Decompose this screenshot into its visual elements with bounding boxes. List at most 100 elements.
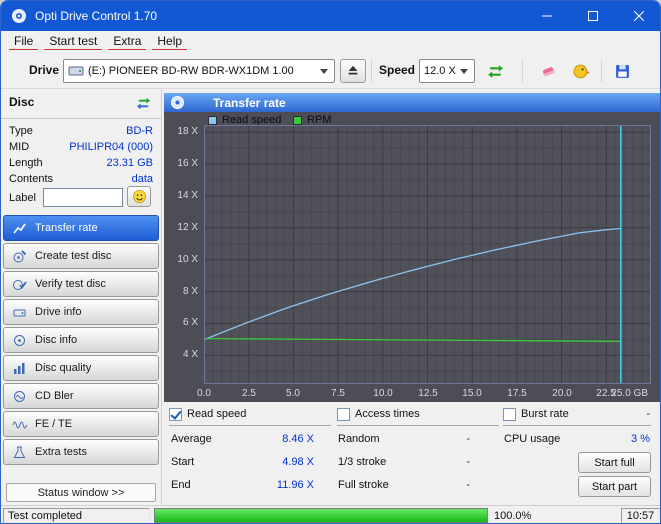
divider xyxy=(503,425,651,426)
sidebar-item-label: FE / TE xyxy=(35,418,72,430)
erase-disc-button[interactable] xyxy=(535,58,561,84)
sidebar-item-disc-quality[interactable]: Disc quality xyxy=(3,355,159,381)
access-times-checkbox[interactable] xyxy=(337,408,350,421)
menu-item-file[interactable]: File xyxy=(9,34,38,50)
chart-panel-header: Transfer rate xyxy=(164,93,660,112)
divider xyxy=(337,425,499,426)
x-tick-label: 5.0 xyxy=(286,388,300,399)
save-button[interactable] xyxy=(609,58,635,84)
close-icon xyxy=(634,11,644,21)
minimize-button[interactable] xyxy=(524,1,570,31)
legend-swatch-rpm xyxy=(293,116,302,125)
drive-info-icon xyxy=(12,305,27,320)
bird-icon xyxy=(573,63,590,80)
progress-bar xyxy=(154,508,488,523)
drive-select-value: (E:) PIONEER BD-RW BDR-WX1DM 1.00 xyxy=(88,65,294,77)
burst-rate-checkbox-label: Burst rate xyxy=(521,408,569,420)
smiley-icon xyxy=(132,189,147,204)
x-tick-label: 0.0 xyxy=(197,388,211,399)
status-text: Test completed xyxy=(3,508,150,523)
read-speed-checkbox[interactable] xyxy=(169,408,182,421)
disc-refresh-button[interactable] xyxy=(131,92,155,114)
speed-label: Speed xyxy=(379,63,415,77)
maximize-icon xyxy=(588,11,598,21)
start-full-button[interactable]: Start full xyxy=(578,452,651,473)
cpu-usage-value: 3 % xyxy=(582,433,650,445)
toolbar-separator xyxy=(371,60,372,82)
clock: 10:57 xyxy=(621,508,660,523)
divider xyxy=(169,425,331,426)
sidebar-item-label: Extra tests xyxy=(35,446,87,458)
speed-select[interactable]: 12.0 X xyxy=(419,59,475,83)
menu-item-start-test[interactable]: Start test xyxy=(44,34,102,50)
disc-length-value: 23.31 GB xyxy=(107,157,153,169)
verify-test-disc-icon xyxy=(12,277,27,292)
one-third-stroke-value: - xyxy=(422,456,470,468)
start-label: Start xyxy=(171,456,194,468)
divider xyxy=(1,118,161,119)
drive-select[interactable]: (E:) PIONEER BD-RW BDR-WX1DM 1.00 xyxy=(63,59,335,83)
sidebar-item-label: Create test disc xyxy=(35,250,111,262)
titlebar: Opti Drive Control 1.70 xyxy=(1,1,661,31)
disc-type-label: Type xyxy=(9,125,33,137)
y-tick-label: 8 X xyxy=(183,286,198,297)
y-tick-label: 12 X xyxy=(177,222,198,233)
y-tick-label: 6 X xyxy=(183,317,198,328)
sidebar-item-fe-te[interactable]: FE / TE xyxy=(3,411,159,437)
sidebar-item-disc-info[interactable]: Disc info xyxy=(3,327,159,353)
random-label: Random xyxy=(338,433,380,445)
sidebar-item-transfer-rate[interactable]: Transfer rate xyxy=(3,215,159,241)
menu-item-extra[interactable]: Extra xyxy=(108,34,146,50)
burst-rate-value: - xyxy=(592,408,650,420)
sidebar-item-drive-info[interactable]: Drive info xyxy=(3,299,159,325)
start-part-button[interactable]: Start part xyxy=(578,476,651,497)
disc-mid-label: MID xyxy=(9,141,29,153)
close-button[interactable] xyxy=(616,1,661,31)
sidebar-item-label: Drive info xyxy=(35,306,81,318)
eraser-icon xyxy=(540,63,557,80)
average-label: Average xyxy=(171,433,212,445)
create-test-disc-icon xyxy=(12,249,27,264)
random-value: - xyxy=(422,433,470,445)
read-speed-checkbox-label: Read speed xyxy=(187,408,246,420)
menu-item-help[interactable]: Help xyxy=(152,34,187,50)
app-icon xyxy=(11,8,27,24)
mascot-button[interactable] xyxy=(568,58,594,84)
disc-panel-title: Disc xyxy=(9,95,34,109)
refresh-icon xyxy=(136,96,151,111)
sidebar-item-label: Transfer rate xyxy=(35,222,98,234)
eject-button[interactable] xyxy=(340,59,366,83)
speed-select-value: 12.0 X xyxy=(424,65,456,77)
window-title: Opti Drive Control 1.70 xyxy=(35,9,157,23)
progress-percent: 100.0% xyxy=(494,510,531,522)
sidebar-item-create-test-disc[interactable]: Create test disc xyxy=(3,243,159,269)
disc-mid-value: PHILIPR04 (000) xyxy=(69,141,153,153)
save-icon xyxy=(614,63,631,80)
fe-te-icon xyxy=(12,417,27,432)
results-panel: Read speed Access times Burst rate - Ave… xyxy=(162,402,661,505)
disc-panel: Disc Type BD-R MID PHILIPR04 (000) Lengt… xyxy=(1,89,162,505)
end-value: 11.96 X xyxy=(242,479,314,491)
refresh-drive-button[interactable] xyxy=(481,58,509,84)
y-axis-labels: 18 X16 X14 X12 X10 X8 X6 X4 X xyxy=(164,112,201,402)
y-tick-label: 18 X xyxy=(177,126,198,137)
disc-info-icon xyxy=(12,333,27,348)
y-tick-label: 14 X xyxy=(177,190,198,201)
sidebar-item-label: Disc info xyxy=(35,334,77,346)
disc-label-button[interactable] xyxy=(127,186,151,207)
sidebar-item-verify-test-disc[interactable]: Verify test disc xyxy=(3,271,159,297)
disc-contents-value: data xyxy=(132,173,153,185)
x-tick-label: 10.0 xyxy=(373,388,392,399)
sidebar-item-extra-tests[interactable]: Extra tests xyxy=(3,439,159,465)
chart-area: Read speed RPM 18 X16 X14 X12 X10 X8 X6 … xyxy=(164,112,660,402)
status-window-button[interactable]: Status window >> xyxy=(6,483,156,502)
burst-rate-checkbox[interactable] xyxy=(503,408,516,421)
disc-label-input[interactable] xyxy=(43,188,123,207)
sidebar-item-label: Disc quality xyxy=(35,362,91,374)
maximize-button[interactable] xyxy=(570,1,616,31)
sidebar-item-cd-bler[interactable]: CD Bler xyxy=(3,383,159,409)
menubar: File Start test Extra Help xyxy=(1,31,661,53)
x-tick-label: 20.0 xyxy=(552,388,571,399)
transfer-rate-header-icon xyxy=(170,95,185,110)
disc-type-value: BD-R xyxy=(126,125,153,137)
